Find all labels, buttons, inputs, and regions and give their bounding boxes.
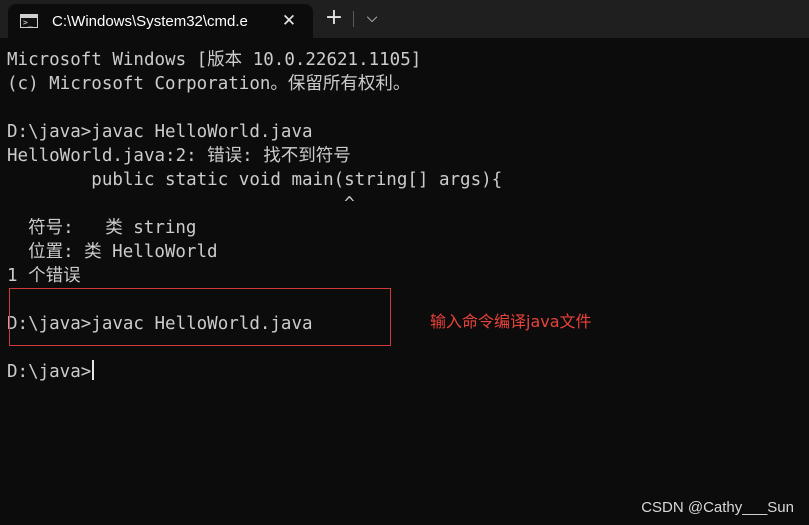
output-line: D:\java>javac HelloWorld.java	[7, 122, 313, 142]
output-line: 位置: 类 HelloWorld	[7, 242, 218, 262]
text-cursor	[92, 360, 95, 380]
output-line: public static void main(string[] args){	[7, 170, 503, 190]
watermark: CSDN @Cathy___Sun	[641, 499, 794, 516]
terminal-icon: >_	[20, 14, 38, 28]
new-tab-button[interactable]: +	[320, 4, 348, 32]
output-line: HelloWorld.java:2: 错误: 找不到符号	[7, 146, 351, 166]
output-line: (c) Microsoft Corporation。保留所有权利。	[7, 74, 411, 94]
tab-bar: >_ C:\Windows\System32\cmd.e ✕ + ⌵	[0, 0, 809, 38]
output-line: ^	[7, 194, 355, 214]
output-line: 符号: 类 string	[7, 218, 197, 238]
close-icon[interactable]: ✕	[279, 11, 299, 31]
terminal-window: >_ C:\Windows\System32\cmd.e ✕ + ⌵ Micro…	[0, 0, 809, 525]
annotation-highlight-box	[9, 288, 391, 346]
output-line: 1 个错误	[7, 266, 81, 286]
chevron-down-icon[interactable]: ⌵	[358, 4, 386, 32]
prompt-line[interactable]: D:\java>	[7, 360, 802, 384]
tab-cmd[interactable]: >_ C:\Windows\System32\cmd.e ✕	[8, 4, 313, 38]
tab-divider	[353, 11, 354, 27]
tab-title: C:\Windows\System32\cmd.e	[52, 12, 248, 30]
prompt-text: D:\java>	[7, 362, 92, 382]
output-line: Microsoft Windows [版本 10.0.22621.1105]	[7, 50, 422, 70]
annotation-label: 输入命令编译java文件	[430, 312, 592, 331]
